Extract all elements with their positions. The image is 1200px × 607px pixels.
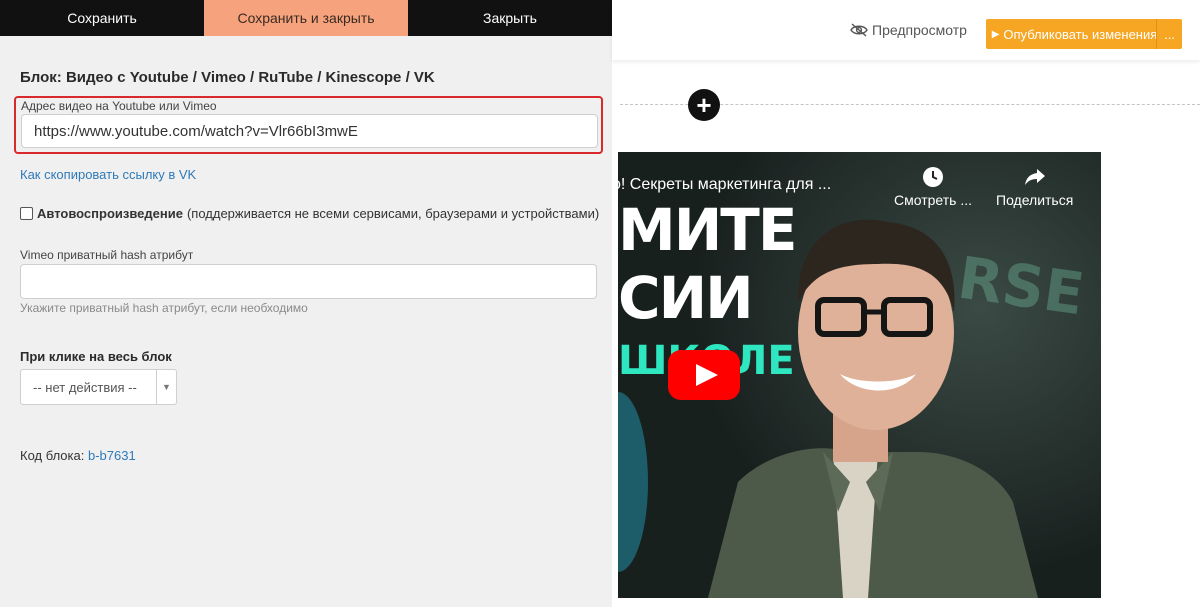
block-click-action-select[interactable]: -- нет действия -- ▼ bbox=[20, 369, 177, 405]
save-and-close-button[interactable]: Сохранить и закрыть bbox=[204, 0, 408, 36]
vk-copy-link-help[interactable]: Как скопировать ссылку в VK bbox=[20, 167, 196, 182]
eye-slash-icon bbox=[850, 23, 868, 37]
video-title[interactable]: о! Секреты маркетинга для ... bbox=[618, 176, 831, 194]
block-code: Код блока: b-b7631 bbox=[20, 448, 136, 463]
publish-label: Опубликовать изменения bbox=[1003, 26, 1158, 42]
publish-changes-button[interactable]: ▶ Опубликовать изменения bbox=[986, 19, 1163, 49]
panel-toolbar: Сохранить Сохранить и закрыть Закрыть bbox=[0, 0, 612, 36]
block-click-label: При клике на весь блок bbox=[20, 349, 172, 364]
plus-icon: + bbox=[696, 90, 712, 120]
autoplay-note: (поддерживается не всеми сервисами, брау… bbox=[186, 206, 600, 221]
close-button[interactable]: Закрыть bbox=[408, 0, 612, 36]
autoplay-label: Автовоспроизведение bbox=[37, 206, 183, 221]
video-url-input[interactable] bbox=[21, 114, 598, 148]
watch-later-label: Смотреть ... bbox=[894, 192, 972, 208]
youtube-video-embed[interactable]: RSE МИТЕ СИИ ШКОЛЕ о! Секреты маркетинга… bbox=[618, 152, 1101, 598]
add-block-button[interactable]: + bbox=[688, 89, 720, 121]
block-click-action-value: -- нет действия -- bbox=[33, 379, 137, 395]
clock-icon bbox=[923, 167, 943, 187]
vimeo-hash-label: Vimeo приватный hash атрибут bbox=[20, 248, 194, 262]
publish-more-button[interactable]: ... bbox=[1156, 19, 1182, 49]
vimeo-hash-input[interactable] bbox=[20, 264, 597, 299]
watch-later-button[interactable]: Смотреть ... bbox=[894, 166, 972, 208]
youtube-play-icon[interactable] bbox=[668, 350, 740, 400]
share-button[interactable]: Поделиться bbox=[996, 166, 1073, 208]
save-button[interactable]: Сохранить bbox=[0, 0, 204, 36]
block-title: Блок: Видео с Youtube / Vimeo / RuTube /… bbox=[20, 69, 435, 86]
block-settings-panel: Сохранить Сохранить и закрыть Закрыть Бл… bbox=[0, 0, 612, 607]
publish-group: ▶ Опубликовать изменения ... bbox=[986, 19, 1182, 49]
thumbnail-text-line-2: СИИ bbox=[618, 264, 754, 332]
autoplay-option: Автовоспроизведение (поддерживается не в… bbox=[20, 206, 599, 221]
preview-button[interactable]: Предпросмотр bbox=[850, 22, 967, 38]
share-arrow-icon bbox=[1024, 169, 1045, 185]
thumbnail-text-line-1: МИТЕ bbox=[618, 196, 797, 264]
preview-label: Предпросмотр bbox=[872, 22, 967, 38]
video-url-highlight: Адрес видео на Youtube или Vimeo bbox=[14, 96, 603, 154]
block-code-value[interactable]: b-b7631 bbox=[88, 448, 136, 463]
editor-header: Предпросмотр ▶ Опубликовать изменения ..… bbox=[612, 0, 1200, 60]
block-code-label: Код блока: bbox=[20, 448, 85, 463]
share-label: Поделиться bbox=[996, 192, 1074, 208]
video-url-label: Адрес видео на Youtube или Vimeo bbox=[21, 99, 217, 113]
play-icon: ▶ bbox=[991, 28, 1000, 40]
autoplay-checkbox[interactable] bbox=[20, 207, 33, 220]
chevron-down-icon: ▼ bbox=[156, 370, 176, 404]
vimeo-hash-help: Укажите приватный hash атрибут, если нео… bbox=[20, 301, 308, 315]
